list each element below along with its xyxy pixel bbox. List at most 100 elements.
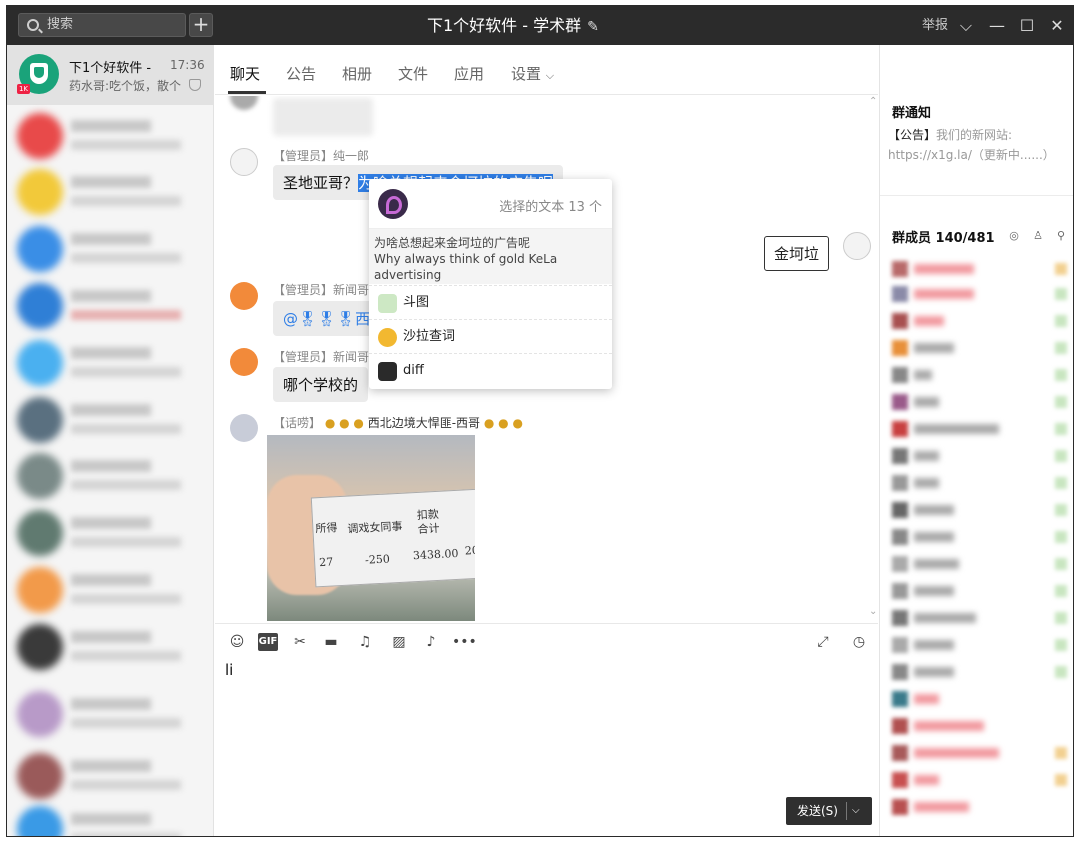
avatar[interactable] xyxy=(230,148,258,176)
emoji-icon[interactable]: ☺ xyxy=(227,633,247,651)
list-item[interactable] xyxy=(7,561,213,617)
avatar[interactable] xyxy=(230,414,258,442)
member-row[interactable] xyxy=(892,637,1067,653)
image-icon[interactable]: ▨ xyxy=(389,633,409,651)
add-member-icon[interactable]: ♙ xyxy=(1031,229,1045,243)
member-row[interactable] xyxy=(892,556,1067,572)
collapse-up-icon[interactable]: ⌃ xyxy=(869,96,877,107)
list-item[interactable] xyxy=(7,747,213,803)
badge xyxy=(1055,531,1067,543)
maximize-icon[interactable]: ☐ xyxy=(1013,6,1041,45)
message-input[interactable]: li xyxy=(225,661,865,791)
member-row[interactable] xyxy=(892,610,1067,626)
popup-item-saladict[interactable]: 沙拉查词 xyxy=(369,319,612,353)
minimize-icon[interactable]: — xyxy=(983,6,1011,45)
list-item[interactable] xyxy=(7,800,213,836)
tab-album[interactable]: 相册 xyxy=(342,63,372,84)
member-row[interactable] xyxy=(892,286,1067,302)
more-icon[interactable]: ••• xyxy=(452,633,477,651)
avatar xyxy=(892,610,908,626)
blurred-text xyxy=(914,721,984,731)
member-row[interactable] xyxy=(892,529,1067,545)
edit-icon[interactable]: ✎ xyxy=(587,8,599,47)
notice-url[interactable]: https://x1g.la/（更新中......） xyxy=(888,145,1068,165)
chevron-down-icon[interactable]: ⌵ xyxy=(952,6,980,45)
member-row[interactable] xyxy=(892,421,1067,437)
member-row[interactable] xyxy=(892,261,1067,277)
list-item[interactable] xyxy=(7,685,213,741)
title-bar: 搜索 + 下1个好软件 - 学术群 ✎ 举报 ⌵ — ☐ ✕ xyxy=(7,6,1073,47)
member-row[interactable] xyxy=(892,664,1067,680)
search-input[interactable]: 搜索 xyxy=(18,13,186,37)
list-item[interactable] xyxy=(7,277,213,333)
message-image[interactable]: 调戏女同事 扣款 合计 -250 3438.00 所得 27 20 xyxy=(267,435,475,621)
member-row[interactable] xyxy=(892,772,1067,788)
image-text: 合计 xyxy=(417,521,440,536)
add-button[interactable]: + xyxy=(189,13,213,37)
member-row[interactable] xyxy=(892,718,1067,734)
avatar xyxy=(17,397,63,443)
tab-settings[interactable]: 设置 ⌵ xyxy=(511,63,554,84)
list-item[interactable] xyxy=(7,504,213,560)
list-item[interactable] xyxy=(7,220,213,276)
list-item[interactable] xyxy=(7,107,213,163)
report-button[interactable]: 举报 xyxy=(922,6,948,45)
tab-apps[interactable]: 应用 xyxy=(454,63,484,84)
send-button[interactable]: 发送(S) ⌵ xyxy=(786,797,872,825)
shield-icon xyxy=(30,63,48,84)
blurred-message xyxy=(273,98,373,136)
list-item[interactable] xyxy=(7,391,213,447)
popup-item-label: 沙拉查词 xyxy=(403,329,456,344)
group-avatar: 1K xyxy=(17,54,59,94)
member-row[interactable] xyxy=(892,448,1067,464)
expand-icon[interactable]: ⤢ xyxy=(813,633,833,651)
contact-list[interactable]: 1K 下1个好软件 - 17:36 药水哥:吃个饭，散个 xyxy=(7,45,214,836)
contact-preview: 药水哥:吃个饭，散个 xyxy=(69,79,182,93)
message-bubble[interactable]: 哪个学校的 xyxy=(273,367,369,402)
tab-files[interactable]: 文件 xyxy=(398,63,428,84)
close-icon[interactable]: ✕ xyxy=(1043,6,1071,45)
avatar[interactable] xyxy=(230,282,258,310)
member-row[interactable] xyxy=(892,583,1067,599)
list-item[interactable] xyxy=(7,618,213,674)
history-icon[interactable]: ◷ xyxy=(849,633,869,651)
member-row[interactable] xyxy=(892,367,1067,383)
contact-item-active[interactable]: 1K 下1个好软件 - 17:36 药水哥:吃个饭，散个 xyxy=(7,45,213,105)
blurred-text xyxy=(914,586,954,596)
member-row[interactable] xyxy=(892,745,1067,761)
member-row[interactable] xyxy=(892,502,1067,518)
collapse-down-icon[interactable]: ⌄ xyxy=(869,606,877,617)
badge xyxy=(1055,477,1067,489)
list-item[interactable] xyxy=(7,447,213,503)
avatar[interactable] xyxy=(230,348,258,376)
member-row[interactable] xyxy=(892,340,1067,356)
self-message-bubble[interactable]: 金坷垃 xyxy=(764,236,830,271)
avatar xyxy=(892,421,908,437)
search-icon[interactable]: ⚲ xyxy=(1054,229,1068,243)
popup-item-doutu[interactable]: 斗图 xyxy=(369,285,612,319)
member-row[interactable] xyxy=(892,799,1067,815)
list-item[interactable] xyxy=(7,334,213,390)
gif-icon[interactable]: GIF xyxy=(258,633,278,651)
scissors-icon[interactable]: ✂ xyxy=(290,633,310,651)
folder-icon[interactable]: ▬ xyxy=(321,633,341,651)
blurred-text xyxy=(71,404,151,416)
list-item[interactable] xyxy=(7,163,213,219)
music-icon[interactable]: ♫ xyxy=(355,633,375,651)
tab-announcement[interactable]: 公告 xyxy=(286,63,316,84)
message-bubble[interactable]: @🎖🎖🎖西 xyxy=(273,301,383,336)
member-row[interactable] xyxy=(892,394,1067,410)
notice-body[interactable]: 【公告】我们的新网站: https://x1g.la/（更新中......） xyxy=(888,125,1068,165)
bell-off-icon[interactable]: ♪ xyxy=(421,633,441,651)
member-row[interactable] xyxy=(892,313,1067,329)
member-row[interactable] xyxy=(892,475,1067,491)
chevron-down-icon[interactable]: ⌵ xyxy=(852,797,860,825)
blurred-text xyxy=(71,480,181,490)
self-avatar[interactable] xyxy=(843,232,871,260)
member-settings-icon[interactable]: ◎ xyxy=(1007,229,1021,243)
blurred-text xyxy=(914,775,939,785)
avatar[interactable] xyxy=(230,96,258,110)
popup-item-diff[interactable]: diff xyxy=(369,353,612,387)
tab-chat[interactable]: 聊天 xyxy=(230,63,260,84)
member-row[interactable] xyxy=(892,691,1067,707)
